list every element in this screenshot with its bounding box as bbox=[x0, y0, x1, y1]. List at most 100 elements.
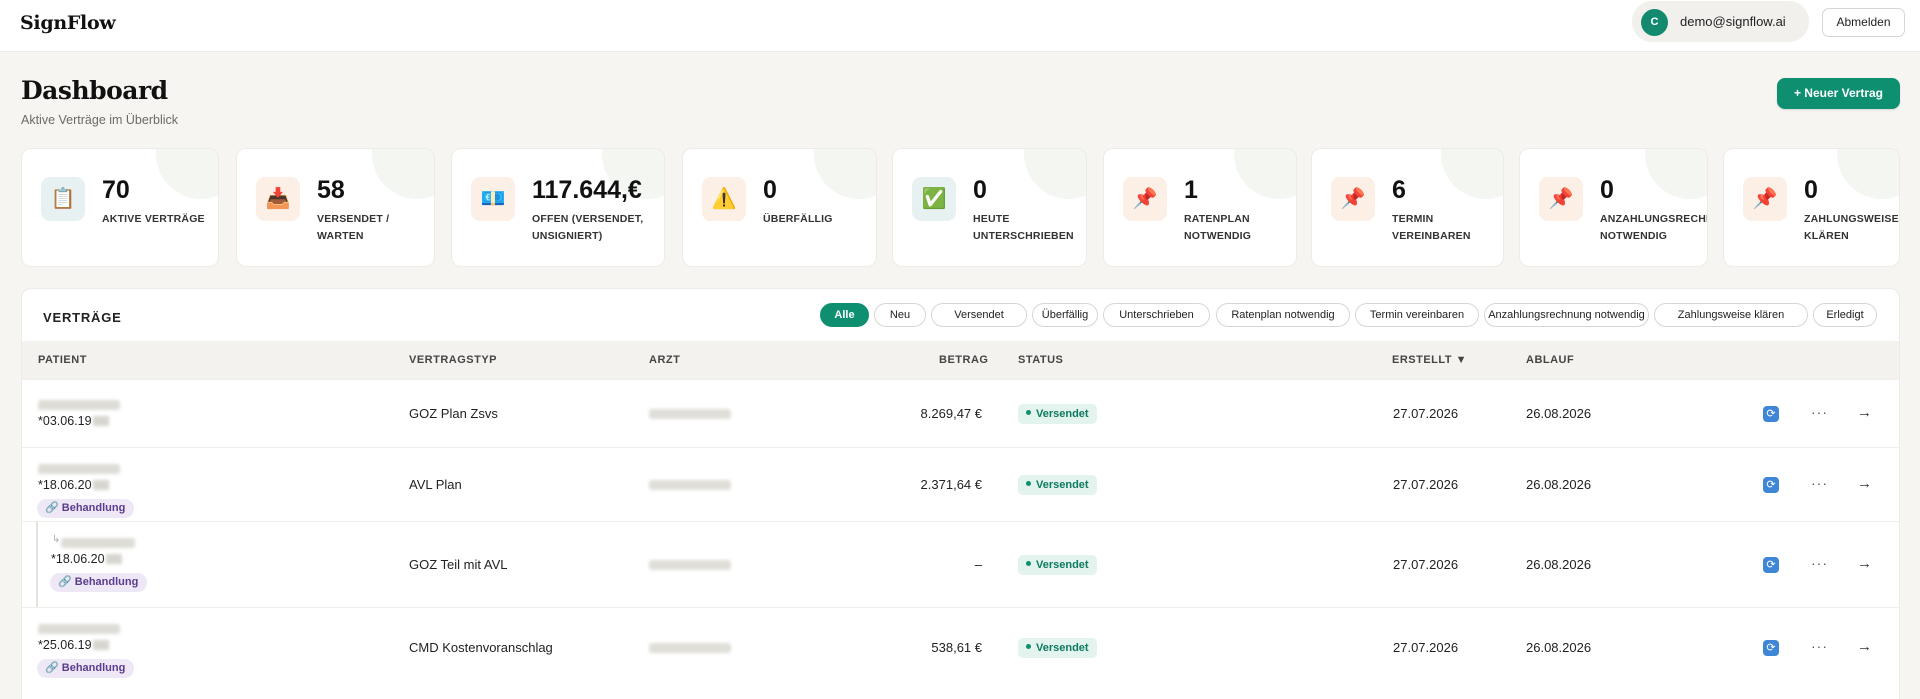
col-type[interactable]: VERTRAGSTYP bbox=[409, 354, 497, 366]
user-menu[interactable]: C demo@signflow.ai bbox=[1632, 1, 1809, 42]
stat-card[interactable]: 📋 70 AKTIVE VERTRÄGE bbox=[21, 148, 219, 267]
amount: – bbox=[974, 557, 982, 572]
arrow-right-icon[interactable]: → bbox=[1857, 555, 1872, 572]
sync-icon[interactable]: ⟳ bbox=[1763, 557, 1779, 573]
status-dot bbox=[1026, 481, 1031, 486]
status-text: Versendet bbox=[1036, 642, 1089, 654]
stat-label: HEUTE UNTERSCHRIEBEN bbox=[973, 213, 1074, 242]
expiry-date: 26.08.2026 bbox=[1526, 477, 1592, 492]
stat-value: 0 bbox=[1600, 176, 1614, 204]
sync-icon[interactable]: ⟳ bbox=[1763, 477, 1779, 493]
dob-redacted bbox=[92, 640, 109, 650]
arrow-right-icon[interactable]: → bbox=[1857, 638, 1872, 655]
col-expires[interactable]: ABLAUF bbox=[1526, 354, 1574, 366]
doctor-redacted bbox=[649, 480, 731, 490]
stat-card[interactable]: 📥 58 VERSENDET / WARTEN bbox=[236, 148, 435, 267]
stat-value: 117.644,€ bbox=[532, 176, 642, 204]
pushpin-icon: 📌 bbox=[1123, 177, 1167, 221]
app-logo[interactable]: SignFlow bbox=[20, 12, 116, 34]
more-icon[interactable]: ··· bbox=[1811, 404, 1828, 420]
panel-title: VERTRÄGE bbox=[43, 310, 122, 325]
stat-label: ÜBERFÄLLIG bbox=[763, 213, 833, 225]
amount: 2.371,64 € bbox=[920, 477, 982, 492]
page-title: Dashboard bbox=[21, 76, 168, 105]
contract-type: AVL Plan bbox=[409, 477, 462, 492]
table-row[interactable]: *25.06.19 🔗 Behandlung CMD Kostenvoranschl… bbox=[22, 607, 1899, 687]
expiry-date: 26.08.2026 bbox=[1526, 640, 1592, 655]
status-badge: Versendet bbox=[1018, 404, 1097, 424]
stat-value: 70 bbox=[102, 176, 130, 204]
amount: 8.269,47 € bbox=[920, 406, 982, 421]
dob-text: *18.06.20 bbox=[51, 552, 105, 566]
warning-icon: ⚠️ bbox=[702, 177, 746, 221]
filter-chip[interactable]: Versendet bbox=[931, 303, 1027, 327]
stat-card[interactable]: 📌 0 ZAHLUNGSWEISE KLÄREN bbox=[1723, 148, 1900, 267]
col-created[interactable]: ERSTELLT ▼ bbox=[1392, 354, 1467, 366]
col-amount[interactable]: BETRAG bbox=[939, 354, 988, 366]
stat-card[interactable]: 📌 6 TERMIN VEREINBAREN bbox=[1311, 148, 1504, 267]
table-row[interactable]: ↳ *18.06.20 🔗 Behandlung GOZ Teil mit AVL – V… bbox=[22, 521, 1899, 608]
stat-card[interactable]: ✅ 0 HEUTE UNTERSCHRIEBEN bbox=[892, 148, 1087, 267]
status-text: Versendet bbox=[1036, 479, 1089, 491]
logout-button[interactable]: Abmelden bbox=[1822, 8, 1905, 37]
contracts-panel: VERTRÄGE Alle Neu Versendet Überfällig Unter… bbox=[21, 288, 1900, 699]
table-row[interactable]: *03.06.19 GOZ Plan Zsvs 8.269,47 € Versende… bbox=[22, 379, 1899, 447]
stat-label: ANZAHLUNGSRECHNUNGNOTWENDIG bbox=[1600, 213, 1707, 242]
more-icon[interactable]: ··· bbox=[1811, 555, 1828, 571]
dob-text: *03.06.19 bbox=[38, 414, 92, 428]
stat-value: 1 bbox=[1184, 176, 1198, 204]
table-header: PATIENT VERTRAGSTYP ARZT BETRAG STATUS E… bbox=[22, 341, 1899, 379]
stat-value: 6 bbox=[1392, 176, 1406, 204]
more-icon[interactable]: ··· bbox=[1811, 638, 1828, 654]
patient-name-redacted bbox=[38, 400, 120, 410]
stat-value: 0 bbox=[763, 176, 777, 204]
arrow-right-icon[interactable]: → bbox=[1857, 404, 1872, 421]
stat-card[interactable]: 📌 0 ANZAHLUNGSRECHNUNGNOTWENDIG bbox=[1519, 148, 1708, 267]
created-date: 27.07.2026 bbox=[1393, 406, 1459, 421]
card-decoration bbox=[1024, 149, 1086, 199]
stat-label: TERMIN VEREINBAREN bbox=[1392, 213, 1471, 242]
filter-chip[interactable]: Alle bbox=[820, 303, 869, 327]
filter-chip[interactable]: Anzahlungsrechnung notwendig bbox=[1484, 303, 1649, 327]
col-doctor[interactable]: ARZT bbox=[649, 354, 680, 366]
money-icon: 💶 bbox=[471, 177, 515, 221]
new-contract-button[interactable]: + Neuer Vertrag bbox=[1777, 78, 1900, 109]
doctor-redacted bbox=[649, 643, 731, 653]
treatment-link-tag[interactable]: 🔗 Behandlung bbox=[50, 573, 148, 592]
table-row[interactable]: *18.06.20 🔗 Behandlung AVL Plan 2.371,64 € V… bbox=[22, 447, 1899, 521]
stat-label: ZAHLUNGSWEISE KLÄREN bbox=[1804, 213, 1899, 242]
patient-dob: *03.06.19 bbox=[38, 414, 109, 428]
dob-text: *25.06.19 bbox=[38, 638, 92, 652]
stat-card[interactable]: 💶 117.644,€ OFFEN (VERSENDET, UNSIGNIERT) bbox=[451, 148, 665, 267]
patient-name-redacted bbox=[38, 624, 120, 634]
more-icon[interactable]: ··· bbox=[1811, 475, 1828, 491]
treatment-link-tag[interactable]: 🔗 Behandlung bbox=[37, 659, 135, 678]
col-status[interactable]: STATUS bbox=[1018, 354, 1063, 366]
contract-type: GOZ Plan Zsvs bbox=[409, 406, 498, 421]
filter-chip[interactable]: Termin vereinbaren bbox=[1355, 303, 1479, 327]
stat-label: OFFEN (VERSENDET, UNSIGNIERT) bbox=[532, 213, 644, 242]
stat-value: 0 bbox=[1804, 176, 1818, 204]
filter-chip[interactable]: Erledigt bbox=[1813, 303, 1877, 327]
expiry-date: 26.08.2026 bbox=[1526, 406, 1592, 421]
filter-chip[interactable]: Zahlungsweise klären bbox=[1654, 303, 1808, 327]
arrow-right-icon[interactable]: → bbox=[1857, 475, 1872, 492]
filter-chip[interactable]: Überfällig bbox=[1032, 303, 1098, 327]
status-badge: Versendet bbox=[1018, 638, 1097, 658]
check-icon: ✅ bbox=[912, 177, 956, 221]
stat-card[interactable]: 📌 1 RATENPLAN NOTWENDIG bbox=[1103, 148, 1297, 267]
treatment-link-tag[interactable]: 🔗 Behandlung bbox=[37, 499, 135, 518]
filter-chip[interactable]: Ratenplan notwendig bbox=[1216, 303, 1350, 327]
filter-chip[interactable]: Neu bbox=[874, 303, 926, 327]
sync-icon[interactable]: ⟳ bbox=[1763, 640, 1779, 656]
stat-card[interactable]: ⚠️ 0 ÜBERFÄLLIG bbox=[682, 148, 877, 267]
filter-chip[interactable]: Unterschrieben bbox=[1103, 303, 1210, 327]
col-patient[interactable]: PATIENT bbox=[38, 354, 87, 366]
stat-label: RATENPLAN NOTWENDIG bbox=[1184, 213, 1252, 242]
dob-redacted bbox=[92, 416, 109, 426]
status-badge: Versendet bbox=[1018, 475, 1097, 495]
clipboard-icon: 📋 bbox=[41, 177, 85, 221]
sync-icon[interactable]: ⟳ bbox=[1763, 406, 1779, 422]
amount: 538,61 € bbox=[931, 640, 982, 655]
stat-value: 58 bbox=[317, 176, 345, 204]
